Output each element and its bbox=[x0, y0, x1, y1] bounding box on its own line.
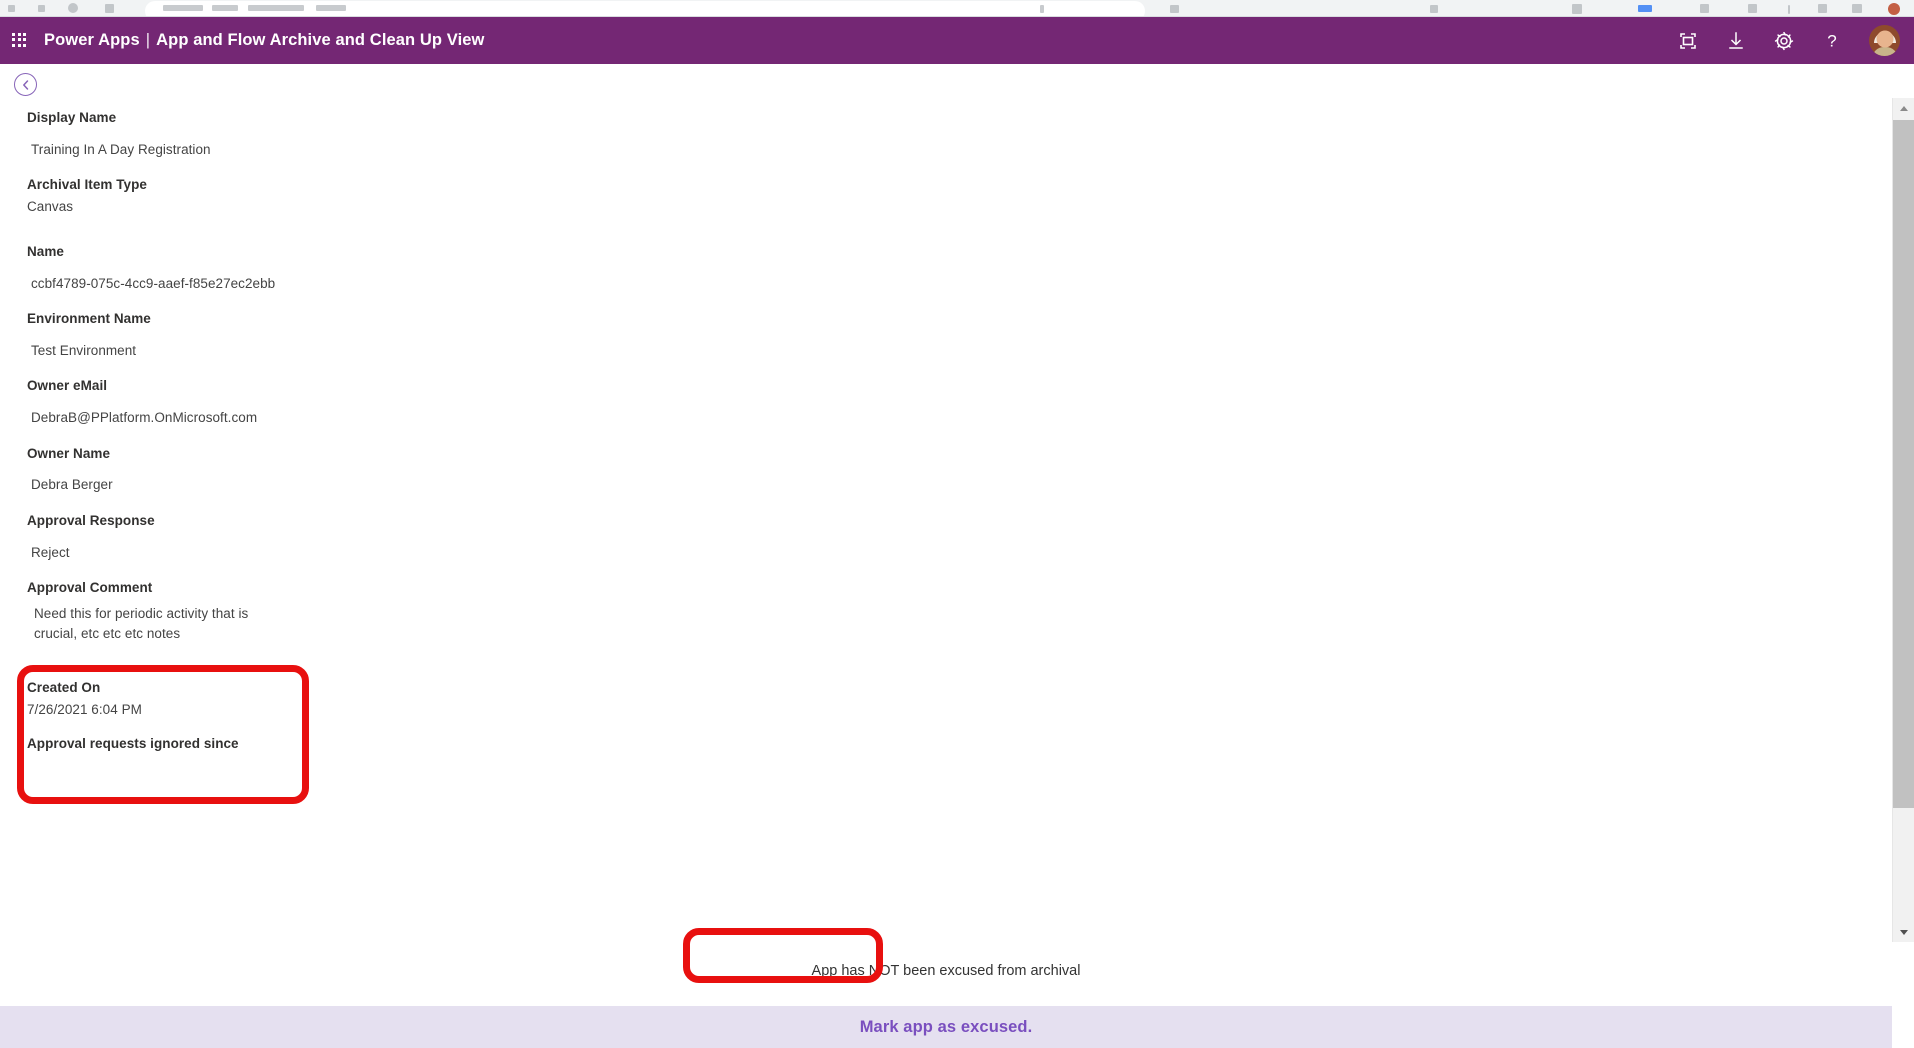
chevron-down-icon bbox=[1899, 929, 1908, 935]
field-value-environment-name: Test Environment bbox=[31, 343, 137, 358]
scroll-down-button[interactable] bbox=[1893, 922, 1914, 942]
browser-collections-icon[interactable] bbox=[1852, 4, 1862, 13]
chevron-up-icon bbox=[1899, 105, 1908, 111]
record-detail-page: Display Name Training In A Day Registrat… bbox=[0, 64, 1892, 1048]
scrollbar-top-filler bbox=[1892, 64, 1914, 98]
scroll-up-button[interactable] bbox=[1893, 98, 1914, 118]
app-launcher-grid-icon[interactable] bbox=[12, 32, 28, 49]
vertical-scrollbar[interactable] bbox=[1892, 98, 1914, 942]
brand-divider: | bbox=[145, 31, 151, 49]
field-label-approval-requests-ignored-since: Approval requests ignored since bbox=[27, 736, 239, 751]
browser-star-icon[interactable] bbox=[1748, 4, 1757, 13]
field-label-approval-response: Approval Response bbox=[27, 513, 155, 528]
field-label-created-on: Created On bbox=[27, 680, 101, 695]
browser-url-text-3 bbox=[248, 5, 304, 11]
field-label-environment-name: Environment Name bbox=[27, 311, 151, 326]
browser-back-icon[interactable] bbox=[8, 5, 15, 12]
mark-app-as-excused-button[interactable]: Mark app as excused. bbox=[860, 1018, 1033, 1037]
browser-media-icon[interactable] bbox=[1818, 4, 1827, 13]
browser-puzzle-icon[interactable] bbox=[1700, 4, 1709, 13]
field-value-owner-email: DebraB@PPlatform.OnMicrosoft.com bbox=[31, 410, 258, 425]
browser-sync-icon[interactable] bbox=[1638, 5, 1652, 12]
browser-profile-avatar[interactable] bbox=[1888, 3, 1900, 15]
browser-forward-icon[interactable] bbox=[38, 5, 45, 12]
app-brand: Power Apps | App and Flow Archive and Clea… bbox=[44, 31, 485, 50]
field-label-owner-email: Owner eMail bbox=[27, 378, 108, 393]
browser-url-text bbox=[163, 5, 203, 11]
scrollbar-bottom-filler bbox=[1892, 942, 1914, 1018]
svg-text:?: ? bbox=[1827, 31, 1836, 50]
browser-chrome-strip bbox=[0, 0, 1914, 17]
header-actions: ? bbox=[1677, 25, 1914, 56]
help-icon[interactable]: ? bbox=[1821, 30, 1843, 52]
archival-status-text: App has NOT been excused from archival bbox=[811, 963, 1081, 979]
fullscreen-icon[interactable] bbox=[1677, 30, 1699, 52]
back-button[interactable] bbox=[14, 73, 37, 96]
browser-home-icon[interactable] bbox=[105, 4, 114, 13]
browser-toolbar-separator bbox=[1788, 5, 1790, 14]
field-label-owner-name: Owner Name bbox=[27, 446, 111, 461]
field-label-approval-comment: Approval Comment bbox=[27, 580, 153, 595]
field-value-owner-name: Debra Berger bbox=[31, 477, 113, 492]
download-icon[interactable] bbox=[1725, 30, 1747, 52]
browser-profile-dot-icon[interactable] bbox=[1430, 5, 1438, 13]
field-value-archival-item-type: Canvas bbox=[27, 199, 74, 214]
avatar[interactable] bbox=[1869, 25, 1900, 56]
field-value-approval-comment: Need this for periodic activity that is … bbox=[34, 606, 249, 641]
field-label-name: Name bbox=[27, 244, 64, 259]
browser-url-text-4 bbox=[316, 5, 346, 11]
bottom-action-bar: Mark app as excused. bbox=[0, 1006, 1892, 1048]
browser-reload-icon[interactable] bbox=[68, 3, 78, 13]
browser-pin-icon[interactable] bbox=[1572, 4, 1582, 14]
app-header: Power Apps | App and Flow Archive and Clea… bbox=[0, 17, 1914, 64]
field-value-display-name: Training In A Day Registration bbox=[31, 142, 211, 157]
field-label-display-name: Display Name bbox=[27, 110, 117, 125]
scrollbar-thumb[interactable] bbox=[1893, 120, 1914, 808]
field-label-archival-item-type: Archival Item Type bbox=[27, 177, 147, 192]
browser-url-text-2 bbox=[212, 5, 238, 11]
field-value-name: ccbf4789-075c-4cc9-aaef-f85e27ec2ebb bbox=[31, 276, 276, 291]
page-title: App and Flow Archive and Clean Up View bbox=[156, 31, 485, 49]
field-value-approval-response: Reject bbox=[31, 545, 70, 560]
product-name: Power Apps bbox=[44, 31, 140, 49]
browser-bookmark-icon[interactable] bbox=[1040, 5, 1044, 13]
field-value-created-on: 7/26/2021 6:04 PM bbox=[27, 702, 142, 717]
gear-icon[interactable] bbox=[1773, 30, 1795, 52]
browser-extension-icon[interactable] bbox=[1170, 5, 1179, 13]
